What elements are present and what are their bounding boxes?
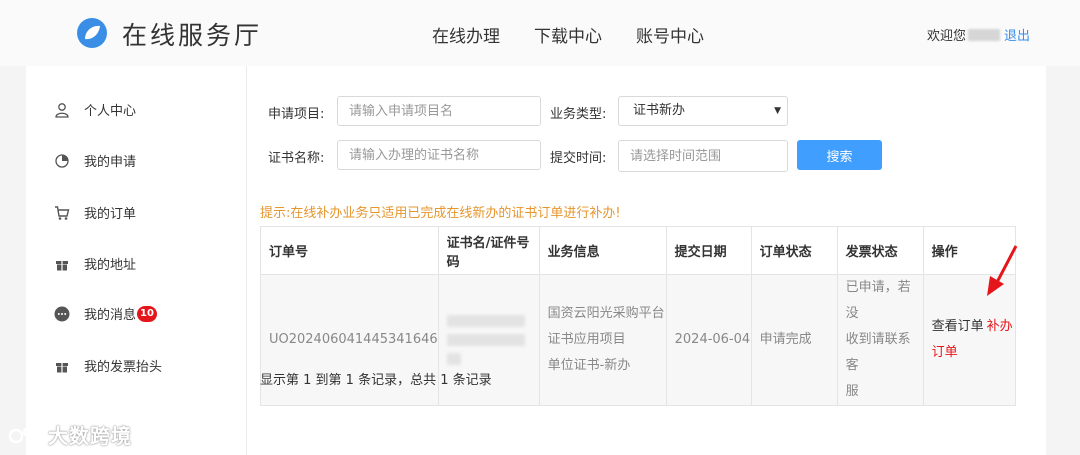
apply-icon: [54, 153, 70, 169]
project-label: 申请项目:: [268, 107, 325, 122]
col-cert-name: 证书名/证件号码: [438, 226, 540, 275]
caret-down-icon: ▼: [774, 106, 781, 116]
gift-icon: [54, 256, 70, 272]
sidebar-item-label: 我的申请: [84, 155, 137, 170]
col-invoice-status: 发票状态: [837, 226, 924, 275]
nav-download-center[interactable]: 下载中心: [534, 22, 602, 47]
table-header-row: 订单号 证书名/证件号码 业务信息 提交日期 订单状态 发票状态 操作: [260, 226, 1016, 275]
user-icon: [54, 102, 70, 118]
watermark-text: 大数跨境: [48, 424, 132, 448]
top-header: 在线服务厅 在线办理 下载中心 账号中心 欢迎您 退出: [0, 0, 1080, 66]
cert-name-input[interactable]: [337, 140, 541, 170]
project-input[interactable]: [337, 96, 541, 126]
sidebar: 个人中心 我的申请 我的订单 我的地址 我的消息 10 我的发票抬头: [26, 66, 247, 455]
sidebar-item-my-applications[interactable]: 我的申请: [54, 151, 136, 170]
sidebar-item-my-invoice-titles[interactable]: 我的发票抬头: [54, 356, 162, 375]
col-business-info: 业务信息: [539, 226, 667, 275]
business-info: 国资云阳光采购平台 证书应用项目 单位证书-新办: [539, 274, 667, 406]
business-type-value: 证书新办: [633, 103, 686, 118]
sidebar-item-my-address[interactable]: 我的地址: [54, 254, 136, 273]
invoice-status: 已申请，若没 收到请联系客 服: [837, 274, 924, 406]
sidebar-item-label: 我的地址: [84, 258, 137, 273]
col-order-no: 订单号: [260, 226, 439, 275]
sidebar-item-label: 我的订单: [84, 207, 137, 222]
watermark: 大数跨境: [8, 420, 132, 449]
message-icon: [54, 306, 70, 322]
cert-label: 证书名称:: [268, 151, 325, 166]
sidebar-item-my-messages[interactable]: 我的消息 10: [54, 304, 157, 323]
sidebar-item-label: 个人中心: [84, 104, 137, 119]
sidebar-item-label: 我的发票抬头: [84, 360, 163, 375]
notice-tip: 提示:在线补办业务只适用已完成在线新办的证书订单进行补办!: [260, 206, 621, 221]
time-range-input[interactable]: [618, 140, 788, 172]
invoice-status-line: 收到请联系客: [845, 332, 911, 373]
view-order-link[interactable]: 查看订单: [932, 319, 984, 334]
type-label: 业务类型:: [550, 107, 607, 122]
message-count-badge: 10: [137, 305, 157, 322]
col-order-status: 订单状态: [751, 226, 838, 275]
user-welcome: 欢迎您 退出: [927, 25, 1030, 44]
submit-date: 2024-06-04: [666, 274, 752, 406]
main-panel: 个人中心 我的申请 我的订单 我的地址 我的消息 10 我的发票抬头 申请项目:…: [26, 66, 1046, 455]
masked-username: [967, 28, 1000, 41]
annotation-arrow-icon: [987, 245, 1018, 296]
masked-line: [446, 334, 525, 346]
sidebar-item-label: 我的消息: [84, 308, 137, 323]
search-button[interactable]: 搜索: [797, 140, 882, 170]
sidebar-item-my-orders[interactable]: 我的订单: [54, 203, 136, 222]
col-submit-date: 提交日期: [666, 226, 752, 275]
watermark-logo-icon: [8, 426, 44, 443]
pagination-summary: 显示第 1 到第 1 条记录，总共 1 条记录: [260, 373, 492, 388]
nav-online-handling[interactable]: 在线办理: [432, 22, 500, 47]
masked-line: [446, 315, 525, 327]
main-nav: 在线办理 下载中心 账号中心: [432, 22, 704, 47]
invoice-status-line: 已申请，若没: [845, 280, 911, 321]
business-info-line: 国资云阳光采购平台: [547, 306, 665, 321]
sidebar-item-personal-center[interactable]: 个人中心: [54, 100, 136, 119]
welcome-text: 欢迎您: [926, 29, 966, 44]
time-label: 提交时间:: [550, 151, 607, 166]
logout-link[interactable]: 退出: [1004, 25, 1030, 44]
logo-icon: [77, 18, 107, 48]
masked-line: [446, 353, 461, 365]
nav-account-center[interactable]: 账号中心: [636, 22, 704, 47]
business-info-line: 单位证书-新办: [547, 358, 631, 373]
cart-icon: [54, 205, 70, 221]
order-status: 申请完成: [751, 274, 838, 406]
invoice-status-line: 服: [845, 384, 859, 399]
business-type-select[interactable]: 证书新办 ▼: [618, 96, 788, 126]
business-info-line: 证书应用项目: [547, 332, 626, 347]
brand-title: 在线服务厅: [122, 21, 263, 50]
gift-icon: [54, 358, 70, 374]
